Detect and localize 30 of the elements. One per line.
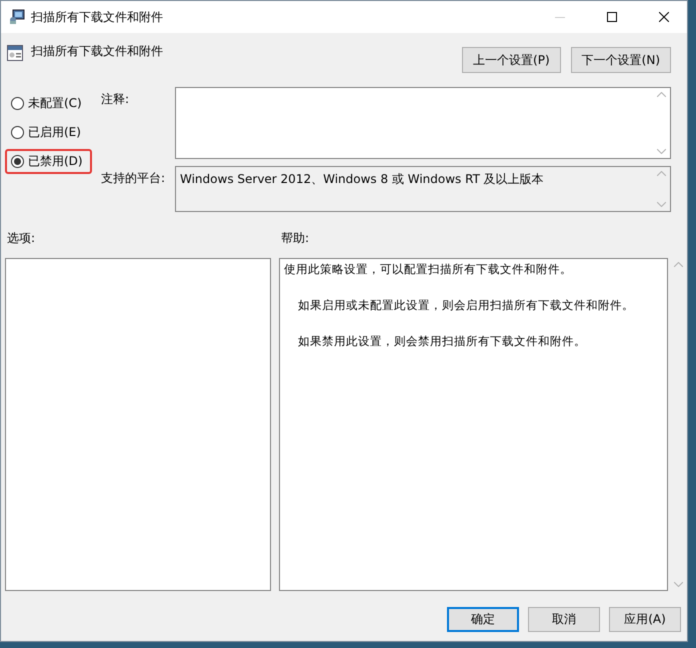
help-text: 如果启用或未配置此设置，则会启用扫描所有下载文件和附件。: [297, 297, 635, 313]
platform-field: Windows Server 2012、Windows 8 或 Windows RT 及以上版本: [175, 166, 671, 212]
help-label: 帮助:: [280, 230, 310, 247]
comment-field[interactable]: [175, 87, 671, 159]
dialog-button[interactable]: 应用(A): [609, 607, 681, 632]
nav-button[interactable]: 上一个设置(P): [462, 47, 561, 73]
scroll-up-icon[interactable]: [674, 262, 683, 267]
scroll-up-icon[interactable]: [657, 171, 666, 176]
close-icon: [659, 12, 669, 22]
scroll-up-icon[interactable]: [657, 92, 666, 97]
maximize-icon: [607, 12, 617, 22]
highlighted-radio-option[interactable]: 已禁用(D): [5, 149, 92, 174]
platform-label: 支持的平台:: [101, 170, 166, 187]
minimize-icon: [555, 16, 565, 18]
window-title: 扫描所有下载文件和附件: [31, 8, 164, 26]
policy-icon: [7, 45, 23, 61]
comment-label: 注释:: [101, 91, 130, 108]
policy-title: 扫描所有下载文件和附件: [31, 43, 164, 60]
help-text: 如果禁用此设置，则会禁用扫描所有下载文件和附件。: [297, 333, 587, 349]
dialog-button[interactable]: 取消: [528, 607, 600, 632]
scroll-down-icon[interactable]: [657, 149, 666, 154]
scroll-down-icon[interactable]: [657, 202, 666, 207]
help-text: 使用此策略设置，可以配置扫描所有下载文件和附件。: [283, 261, 573, 277]
options-label: 选项:: [6, 230, 36, 247]
radio-option[interactable]: 未配置(C): [5, 91, 92, 116]
radio-option[interactable]: 已启用(E): [5, 120, 92, 145]
ok-button[interactable]: 确定: [447, 607, 519, 632]
scroll-down-icon[interactable]: [674, 582, 683, 587]
nav-button[interactable]: 下一个设置(N): [570, 47, 671, 73]
computer-icon: [9, 9, 25, 25]
